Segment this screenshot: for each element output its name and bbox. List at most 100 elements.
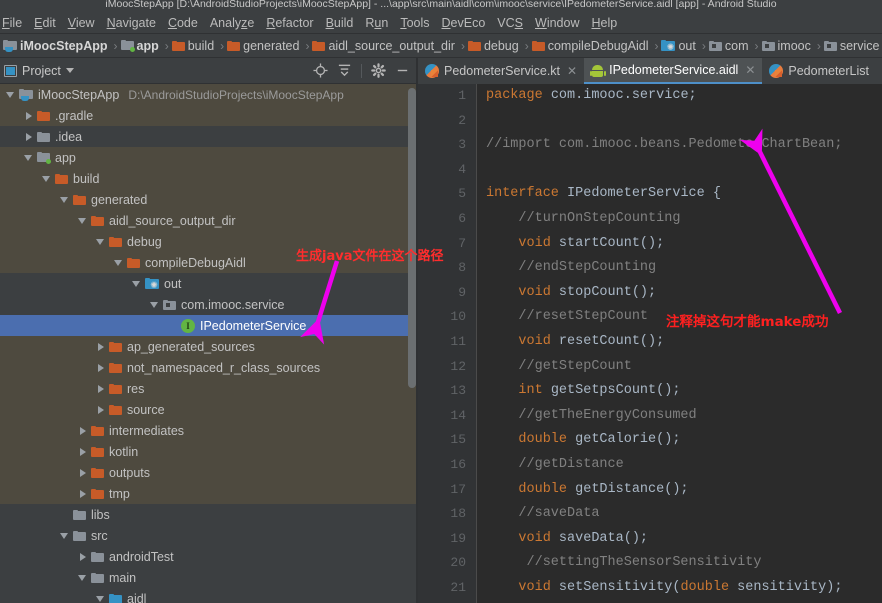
- breadcrumb-item-service[interactable]: service: [823, 34, 882, 57]
- tree-node--idea[interactable]: .idea: [0, 126, 418, 147]
- code-line[interactable]: void startCount();: [486, 232, 882, 257]
- code-line[interactable]: void saveData();: [486, 527, 882, 552]
- code-line[interactable]: void stopCount();: [486, 281, 882, 306]
- tree-expand-right-icon[interactable]: [78, 468, 88, 478]
- tree-node-androidtest[interactable]: androidTest: [0, 546, 418, 567]
- breadcrumb-item-imooc[interactable]: imooc: [761, 34, 815, 57]
- code-line[interactable]: //turnOnStepCounting: [486, 207, 882, 232]
- tree-node-com-imooc-service[interactable]: com.imooc.service: [0, 294, 418, 315]
- breadcrumb-item-aidl-source-output-dir[interactable]: aidl_source_output_dir: [311, 34, 458, 57]
- tree-expand-down-icon[interactable]: [150, 300, 160, 310]
- code-line[interactable]: double getCalorie();: [486, 428, 882, 453]
- code-line[interactable]: //getDistance: [486, 453, 882, 478]
- code-line[interactable]: int getSetpsCount();: [486, 379, 882, 404]
- tree-node-source[interactable]: source: [0, 399, 418, 420]
- code-line[interactable]: double getDistance();: [486, 478, 882, 503]
- tree-expand-down-icon[interactable]: [96, 237, 106, 247]
- menu-item-deveco[interactable]: DevEco: [436, 12, 492, 34]
- tree-expand-down-icon[interactable]: [60, 195, 70, 205]
- menu-item-vcs[interactable]: VCS: [491, 12, 529, 34]
- menu-item-navigate[interactable]: Navigate: [101, 12, 162, 34]
- close-icon[interactable]: ✕: [565, 64, 577, 78]
- tree-node-not-namespaced-r-class-sources[interactable]: not_namespaced_r_class_sources: [0, 357, 418, 378]
- tree-node-ipedometerservice[interactable]: I IPedometerService: [0, 315, 418, 336]
- collapse-all-icon[interactable]: [337, 63, 352, 78]
- tree-expand-right-icon[interactable]: [96, 342, 106, 352]
- tree-node-aidl[interactable]: aidl: [0, 588, 418, 603]
- project-panel-title-group[interactable]: Project: [4, 64, 74, 78]
- tree-node-intermediates[interactable]: intermediates: [0, 420, 418, 441]
- tree-expand-right-icon[interactable]: [96, 363, 106, 373]
- code-line[interactable]: package com.imooc.service;: [486, 84, 882, 109]
- tree-node-res[interactable]: res: [0, 378, 418, 399]
- menu-item-refactor[interactable]: Refactor: [260, 12, 319, 34]
- tree-node-ap-generated-sources[interactable]: ap_generated_sources: [0, 336, 418, 357]
- tree-expand-down-icon[interactable]: [78, 573, 88, 583]
- tree-node-libs[interactable]: libs: [0, 504, 418, 525]
- code-line[interactable]: [486, 158, 882, 183]
- editor-tab-pedometerservice-kt[interactable]: PedometerService.kt ✕: [418, 58, 584, 84]
- tree-node-tmp[interactable]: tmp: [0, 483, 418, 504]
- tree-expand-down-icon[interactable]: [132, 279, 142, 289]
- tree-expand-down-icon[interactable]: [114, 258, 124, 268]
- tree-node-outputs[interactable]: outputs: [0, 462, 418, 483]
- menu-item-code[interactable]: Code: [162, 12, 204, 34]
- tree-expand-down-icon[interactable]: [24, 153, 34, 163]
- project-tree-scrollbar[interactable]: [408, 88, 416, 388]
- tree-node-aidl-source-output-dir[interactable]: aidl_source_output_dir: [0, 210, 418, 231]
- editor-tab-pedometerlist[interactable]: PedometerList: [762, 58, 876, 84]
- tree-expand-right-icon[interactable]: [78, 426, 88, 436]
- tree-expand-down-icon[interactable]: [96, 594, 106, 603]
- breadcrumb-item-com[interactable]: com: [708, 34, 753, 57]
- code-line[interactable]: void resetCount();: [486, 330, 882, 355]
- breadcrumb-item-build[interactable]: build: [171, 34, 218, 57]
- menu-item-build[interactable]: Build: [320, 12, 360, 34]
- menu-item-tools[interactable]: Tools: [394, 12, 435, 34]
- code-line[interactable]: //getTheEnergyConsumed: [486, 404, 882, 429]
- code-line[interactable]: //import com.imooc.beans.PedometerChartB…: [486, 133, 882, 158]
- menu-item-analyze[interactable]: Analyze: [204, 12, 260, 34]
- breadcrumb-item-out[interactable]: ✺ out: [660, 34, 699, 57]
- tree-expand-down-icon[interactable]: [60, 531, 70, 541]
- breadcrumb-item-compiledebugaidl[interactable]: compileDebugAidl: [531, 34, 653, 57]
- code-line[interactable]: //saveData: [486, 502, 882, 527]
- locate-target-icon[interactable]: [313, 63, 328, 78]
- tree-expand-right-icon[interactable]: [96, 384, 106, 394]
- tree-expand-down-icon[interactable]: [6, 90, 16, 100]
- tree-node-generated[interactable]: generated: [0, 189, 418, 210]
- tree-expand-down-icon[interactable]: [42, 174, 52, 184]
- menu-item-run[interactable]: Run: [359, 12, 394, 34]
- tree-node-build[interactable]: build: [0, 168, 418, 189]
- editor-tab-ipedometerservice-aidl[interactable]: IPedometerService.aidl ✕: [584, 58, 763, 84]
- breadcrumb-item-app[interactable]: app: [120, 34, 163, 57]
- tree-node-kotlin[interactable]: kotlin: [0, 441, 418, 462]
- tree-node-src[interactable]: src: [0, 525, 418, 546]
- tree-expand-right-icon[interactable]: [24, 132, 34, 142]
- menu-item-help[interactable]: Help: [585, 12, 623, 34]
- project-tree[interactable]: iMoocStepApp D:\AndroidStudioProjects\iMo…: [0, 84, 418, 603]
- minimize-icon[interactable]: [395, 63, 410, 78]
- tree-node-out[interactable]: ✺ out: [0, 273, 418, 294]
- menu-item-view[interactable]: View: [62, 12, 101, 34]
- tree-node--gradle[interactable]: .gradle: [0, 105, 418, 126]
- tree-node-app[interactable]: app: [0, 147, 418, 168]
- tree-expand-right-icon[interactable]: [78, 552, 88, 562]
- code-lines[interactable]: package com.imooc.service; //import com.…: [486, 84, 882, 603]
- code-line[interactable]: interface IPedometerService {: [486, 182, 882, 207]
- code-line[interactable]: //endStepCounting: [486, 256, 882, 281]
- close-icon[interactable]: ✕: [743, 63, 755, 77]
- breadcrumb-item-generated[interactable]: generated: [226, 34, 303, 57]
- tree-expand-right-icon[interactable]: [24, 111, 34, 121]
- code-line[interactable]: //settingTheSensorSensitivity: [486, 551, 882, 576]
- breadcrumb-item-debug[interactable]: debug: [467, 34, 523, 57]
- code-line[interactable]: [486, 109, 882, 134]
- code-area[interactable]: 1 2 3 4 5 6 7 8 9 10 11 12 13 14 15 16 17 18 19 20 21 packag…: [418, 84, 882, 603]
- tree-node-main[interactable]: main: [0, 567, 418, 588]
- tree-node-imoocstepapp[interactable]: iMoocStepApp D:\AndroidStudioProjects\iMo…: [0, 84, 418, 105]
- tree-expand-right-icon[interactable]: [96, 405, 106, 415]
- breadcrumb-item-imoocstepapp[interactable]: iMoocStepApp: [2, 34, 112, 57]
- tree-expand-down-icon[interactable]: [78, 216, 88, 226]
- code-line[interactable]: void setSensitivity(double sensitivity);: [486, 576, 882, 601]
- tree-expand-right-icon[interactable]: [78, 447, 88, 457]
- code-line[interactable]: //getStepCount: [486, 355, 882, 380]
